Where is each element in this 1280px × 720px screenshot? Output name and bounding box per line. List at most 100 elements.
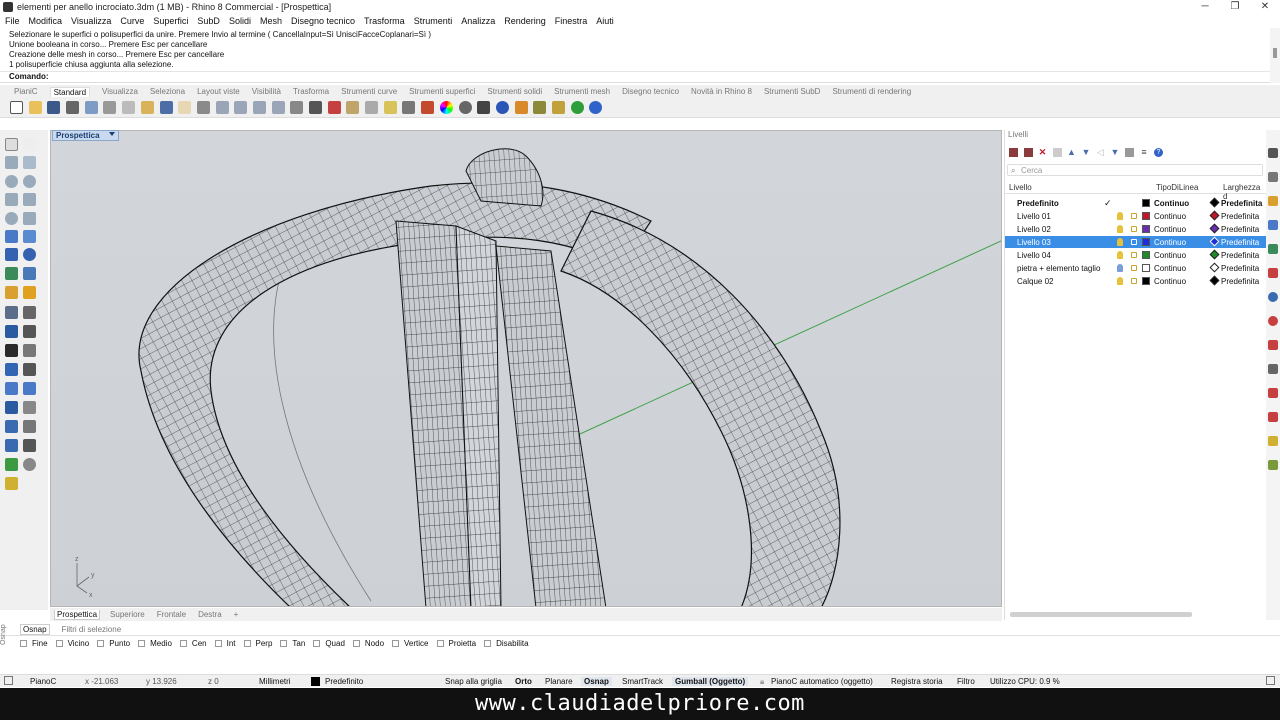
cut-icon[interactable] xyxy=(103,101,117,114)
checkbox[interactable] xyxy=(97,639,105,647)
transform-icon[interactable] xyxy=(5,286,18,299)
resize-grip-icon[interactable] xyxy=(1266,676,1275,685)
layer-linetype[interactable]: Continuo xyxy=(1154,199,1189,208)
extrude-icon[interactable] xyxy=(23,230,36,243)
osnap-medio[interactable]: Medio xyxy=(138,639,172,648)
undo-icon[interactable] xyxy=(159,101,173,114)
open-folder-icon[interactable] xyxy=(28,101,42,114)
dimension-icon[interactable] xyxy=(23,363,36,376)
status-units[interactable]: Millimetri xyxy=(259,677,291,686)
layer-print-width[interactable]: Predefinita xyxy=(1221,238,1259,247)
light-icon[interactable] xyxy=(514,101,528,114)
zoom-icon[interactable] xyxy=(215,101,229,114)
paint-icon[interactable] xyxy=(5,477,18,490)
help-icon[interactable]: ? xyxy=(1154,148,1163,157)
cplane-toggle-icon[interactable] xyxy=(4,676,13,685)
tab-seleziona[interactable]: Seleziona xyxy=(150,87,185,96)
print-color-icon[interactable] xyxy=(1209,210,1220,221)
properties-panel-icon[interactable] xyxy=(1268,148,1278,158)
tab-strumenti-curve[interactable]: Strumenti curve xyxy=(341,87,397,96)
layer-row[interactable]: pietra + elemento taglio Continuo Predef… xyxy=(1005,262,1267,274)
menu-subd[interactable]: SubD xyxy=(197,16,220,26)
viewport-title-tab[interactable]: Prospettica xyxy=(52,130,119,141)
lock-icon[interactable] xyxy=(1131,278,1137,284)
status-smarttrack[interactable]: SmartTrack xyxy=(622,677,663,686)
lock-icon[interactable] xyxy=(1131,213,1137,219)
status-osnap[interactable]: Osnap xyxy=(581,677,612,686)
zoom-extents-icon[interactable] xyxy=(252,101,266,114)
osnap-nodo[interactable]: Nodo xyxy=(352,639,384,648)
trim-icon[interactable] xyxy=(5,306,18,319)
layer-color-swatch[interactable] xyxy=(1142,225,1150,233)
tab-trasforma[interactable]: Trasforma xyxy=(293,87,329,96)
zoom-window-icon[interactable] xyxy=(234,101,248,114)
checkbox[interactable] xyxy=(313,639,321,647)
display-panel-icon[interactable] xyxy=(1268,196,1278,206)
checkbox[interactable] xyxy=(243,639,251,647)
visibility-bulb-icon[interactable] xyxy=(1117,251,1123,259)
polygon-icon[interactable] xyxy=(5,193,18,206)
copy-layer-icon[interactable] xyxy=(1052,148,1062,157)
properties-icon[interactable] xyxy=(421,101,435,114)
print-color-icon[interactable] xyxy=(1209,197,1220,208)
layer-color-swatch[interactable] xyxy=(1142,251,1150,259)
zoom-selected-icon[interactable] xyxy=(271,101,285,114)
grasshopper-icon[interactable] xyxy=(570,101,584,114)
tab-osnap[interactable]: Osnap xyxy=(20,623,50,635)
options-gear-icon[interactable] xyxy=(533,101,547,114)
layer-bulb-icon[interactable] xyxy=(383,101,397,114)
tab-frontale[interactable]: Frontale xyxy=(155,610,188,619)
copy-icon[interactable] xyxy=(122,101,136,114)
layer-print-width[interactable]: Predefinita xyxy=(1221,264,1259,273)
status-filter[interactable]: Filtro xyxy=(957,677,975,686)
layer-color-swatch[interactable] xyxy=(1142,212,1150,220)
menu-analizza[interactable]: Analizza xyxy=(461,16,495,26)
layer-row[interactable]: Livello 02 Continuo Predefinita xyxy=(1005,223,1267,235)
move-out-icon[interactable]: ◁ xyxy=(1096,148,1105,157)
checkbox[interactable] xyxy=(214,639,222,647)
status-cplane[interactable]: PianoC xyxy=(30,677,56,686)
osnap-int[interactable]: Int xyxy=(214,639,236,648)
layer-linetype[interactable]: Continuo xyxy=(1154,212,1186,221)
status-planar[interactable]: Planare xyxy=(545,677,573,686)
layer-search-input[interactable]: ⌕ Cerca xyxy=(1007,164,1263,176)
menu-solidi[interactable]: Solidi xyxy=(229,16,251,26)
render-icon[interactable] xyxy=(477,101,491,114)
filter-icon[interactable]: ▼ xyxy=(1111,148,1120,157)
text-icon[interactable] xyxy=(5,363,18,376)
status-auto-cplane[interactable]: PianoC automatico (oggetto) xyxy=(771,677,873,686)
layers-panel-icon[interactable] xyxy=(1268,172,1278,182)
tab-visibilita[interactable]: Visibilità xyxy=(252,87,281,96)
menu-modifica[interactable]: Modifica xyxy=(29,16,63,26)
checkbox[interactable] xyxy=(138,639,146,647)
curve-icon[interactable] xyxy=(23,156,36,169)
column-tipodilinea[interactable]: TipoDiLinea xyxy=(1156,183,1198,192)
shade-icon[interactable] xyxy=(458,101,472,114)
add-viewport-tab-button[interactable]: + xyxy=(232,610,241,619)
group-icon[interactable] xyxy=(5,401,18,414)
layer-print-width[interactable]: Predefinita xyxy=(1221,199,1262,208)
layer-row[interactable]: Predefinito ✓ Continuo Predefinita xyxy=(1005,197,1267,209)
chevron-down-icon[interactable] xyxy=(108,132,115,136)
tab-pianic[interactable]: PianiC xyxy=(14,87,38,96)
visibility-bulb-icon[interactable] xyxy=(1117,212,1123,220)
lock-icon[interactable] xyxy=(1131,265,1137,271)
new-sublayer-icon[interactable] xyxy=(1023,148,1033,157)
move-down-icon[interactable]: ▼ xyxy=(1082,148,1091,157)
materials-panel-icon[interactable] xyxy=(1268,292,1278,302)
point-icon[interactable] xyxy=(23,138,36,151)
current-layer-check-icon[interactable]: ✓ xyxy=(1104,198,1112,209)
checkbox[interactable] xyxy=(352,639,360,647)
tab-standard[interactable]: Standard xyxy=(49,86,91,97)
osnap-punto[interactable]: Punto xyxy=(97,639,130,648)
arc-icon[interactable] xyxy=(23,175,36,188)
lock-icon[interactable] xyxy=(1131,226,1137,232)
osnap-disabilita[interactable]: Disabilita xyxy=(484,639,529,648)
tab-visualizza[interactable]: Visualizza xyxy=(102,87,138,96)
layer-row[interactable]: Calque 02 Continuo Predefinita xyxy=(1005,275,1267,287)
snapshots-panel-icon[interactable] xyxy=(1268,436,1278,446)
camera-icon[interactable] xyxy=(23,458,36,471)
lock-icon[interactable] xyxy=(1131,252,1137,258)
osnap-fine[interactable]: Fine xyxy=(20,639,48,648)
analysis-icon[interactable] xyxy=(23,420,36,433)
